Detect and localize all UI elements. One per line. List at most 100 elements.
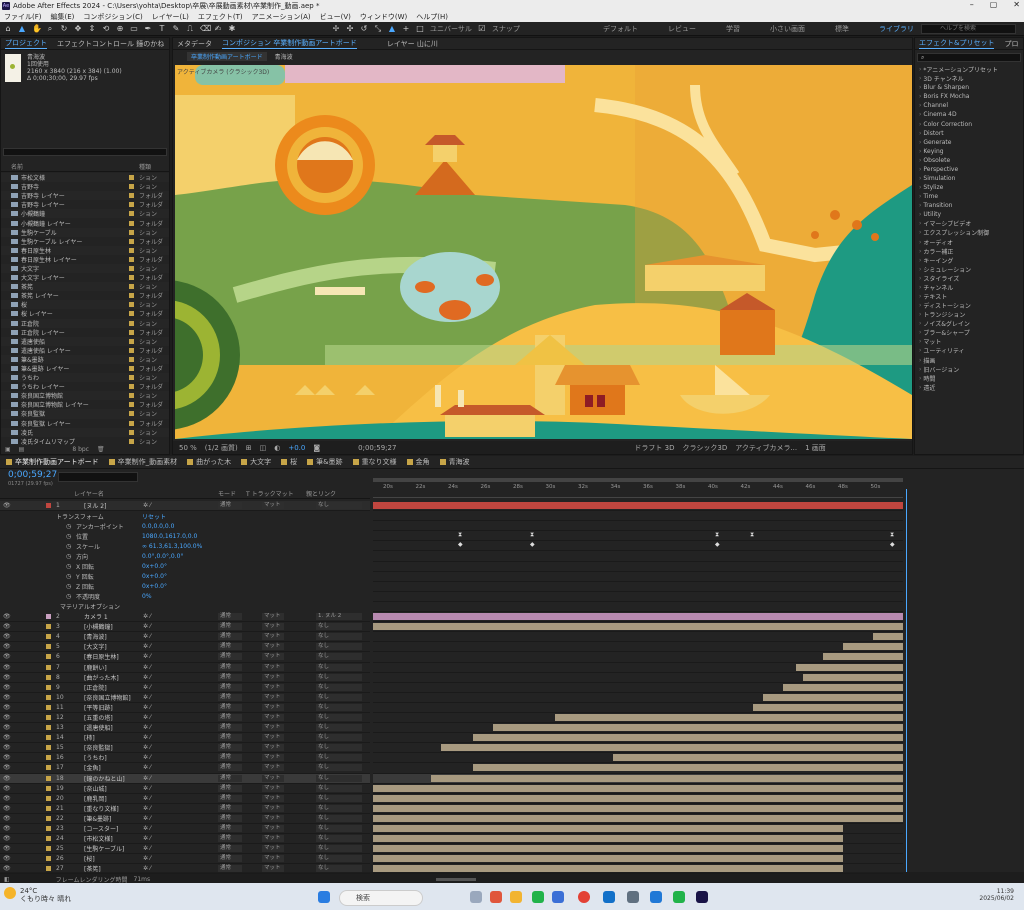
col-type[interactable]: 種類 <box>139 162 151 171</box>
track-matte-select[interactable]: マット <box>262 764 284 772</box>
parent-select[interactable]: なし <box>316 653 362 661</box>
list-item[interactable]: 小槻鶴鐘 ション <box>1 209 169 219</box>
layer-row[interactable]: 👁 8 [曲がった木] ✲ ⁄ 通常 マット なし <box>0 673 370 683</box>
track-matte-select[interactable]: マット <box>262 653 284 661</box>
label-color[interactable] <box>46 674 51 680</box>
layer-row[interactable]: 👁 4 [青海波] ✲ ⁄ 通常 マット なし <box>0 632 370 643</box>
label-color[interactable] <box>46 775 51 781</box>
layer-switch-icon[interactable]: ✲ ⁄ <box>143 694 151 701</box>
layer-duration-bar[interactable] <box>441 744 903 752</box>
layer-row[interactable]: 👁 6 [春日原生林] ✲ ⁄ 通常 マット なし <box>0 652 370 663</box>
eye-icon[interactable]: 👁 <box>3 502 11 509</box>
layer-duration-bar[interactable] <box>843 643 903 651</box>
quality-select[interactable]: (1/2 画質) <box>205 443 238 453</box>
property-value[interactable]: ∞ 61.3,61.3,100.0% <box>142 543 202 550</box>
label-color[interactable] <box>46 836 51 842</box>
new-comp-icon[interactable]: ▤ <box>19 446 25 453</box>
property-row[interactable]: ◷ スケール ∞ 61.3,61.3,100.0% <box>0 541 370 551</box>
parent-select[interactable]: なし <box>316 855 362 863</box>
parent-select[interactable]: なし <box>316 703 362 711</box>
list-item[interactable]: 大文字 レイヤー フォルダ <box>1 273 169 282</box>
label-color[interactable] <box>46 795 51 801</box>
list-item[interactable]: 市松文様 ション <box>1 173 169 183</box>
layer-name[interactable]: [小槻鶴鐘] <box>84 622 113 631</box>
mode-select[interactable]: 通常 <box>218 855 242 863</box>
tab-project[interactable]: プロジェクト <box>5 38 47 49</box>
square-icon[interactable]: □ <box>416 24 424 33</box>
label-color[interactable] <box>46 866 51 872</box>
workspace-review[interactable]: レビュー <box>668 24 696 34</box>
property-row[interactable]: ◷ Y 回転 0x+0.0° <box>0 572 370 582</box>
parent-select[interactable]: 1. ヌル 2 <box>316 613 362 621</box>
mode-select[interactable]: 通常 <box>218 724 242 732</box>
layer-duration-bar[interactable] <box>373 502 903 509</box>
layer-switch-icon[interactable]: ✲ ⁄ <box>143 734 151 741</box>
tab-comp[interactable]: 大文字 <box>241 457 271 467</box>
effect-category[interactable]: Simulation <box>915 174 1023 183</box>
selection-tool-icon[interactable]: ▲ <box>18 24 26 33</box>
label-color[interactable] <box>46 765 51 771</box>
mode-select[interactable]: 通常 <box>218 835 242 843</box>
move-tool-icon[interactable]: ✣ <box>346 24 354 33</box>
timeline-search-input[interactable] <box>58 472 138 482</box>
renderer-select[interactable]: クラシック3D <box>683 443 728 453</box>
line-icon[interactable] <box>532 891 544 903</box>
mode-select[interactable]: 通常 <box>218 814 242 822</box>
label-color[interactable] <box>46 826 51 832</box>
app2-icon[interactable] <box>650 891 662 903</box>
tab-comp[interactable]: 筆&墨跡 <box>307 457 343 467</box>
effect-category[interactable]: ディストーション <box>915 301 1023 310</box>
layer-row[interactable]: 👁 10 [奈良国立博物館] ✲ ⁄ 通常 マット なし <box>0 693 370 703</box>
label-color[interactable] <box>46 735 51 741</box>
list-item[interactable]: 正倉院 ション <box>1 318 169 328</box>
mode-select[interactable]: 通常 <box>218 764 242 772</box>
layer-switch-icon[interactable]: ✲ ⁄ <box>143 724 151 731</box>
eye-icon[interactable]: 👁 <box>3 845 11 852</box>
layer-duration-bar[interactable] <box>613 754 903 762</box>
menu-effect[interactable]: エフェクト(T) <box>198 12 243 22</box>
layer-duration-bar[interactable] <box>373 784 903 792</box>
keyframe-icon[interactable]: ⧗ <box>750 531 754 539</box>
effect-category[interactable]: チャンネル <box>915 283 1023 292</box>
viewer-timecode[interactable]: 0;00;59;27 <box>358 444 396 452</box>
list-item[interactable]: 吉野寺 レイヤー フォルダ <box>1 200 169 209</box>
layer-duration-bar[interactable] <box>473 734 903 742</box>
layer-name[interactable]: [金魚] <box>84 763 101 772</box>
parent-select[interactable]: なし <box>316 835 362 843</box>
settings-icon[interactable] <box>627 891 639 903</box>
layer-switch-icon[interactable]: ✲ ⁄ <box>143 674 151 681</box>
parent-select[interactable]: なし <box>316 804 362 812</box>
layer-name[interactable]: [五重の塔] <box>84 713 113 722</box>
track-matte-select[interactable]: マット <box>262 643 284 651</box>
effect-category[interactable]: Generate <box>915 138 1023 147</box>
layer-switch-icon[interactable]: ✲ ⁄ <box>143 795 151 802</box>
effect-category[interactable]: Keying <box>915 147 1023 156</box>
stopwatch-icon[interactable]: ◷ <box>66 563 71 570</box>
layer-switch-icon[interactable]: ✲ ⁄ <box>143 754 151 761</box>
layer-row[interactable]: 👁 24 [市松文様] ✲ ⁄ 通常 マット なし <box>0 834 370 845</box>
eye-icon[interactable]: 👁 <box>3 744 11 751</box>
label-color[interactable] <box>46 785 51 791</box>
parent-select[interactable]: なし <box>316 794 362 802</box>
effect-category[interactable]: トランジション <box>915 310 1023 319</box>
label-color[interactable] <box>46 856 51 862</box>
layer-switch-icon[interactable]: ✲ ⁄ <box>143 764 151 771</box>
eye-icon[interactable]: 👁 <box>3 664 11 671</box>
layer-switch-icon[interactable]: ✲ ⁄ <box>143 714 151 721</box>
layer-name[interactable]: [市松文様] <box>84 834 113 843</box>
layer-switch-icon[interactable]: ✲ ⁄ <box>143 704 151 711</box>
layer-row[interactable]: 👁 12 [五重の塔] ✲ ⁄ 通常 マット なし <box>0 713 370 724</box>
brush-tool-icon[interactable]: ✎ <box>172 24 180 33</box>
property-value[interactable]: 0x+0.0° <box>142 563 167 570</box>
keyframe-icon[interactable]: ◆ <box>458 541 463 548</box>
layer-row[interactable]: 👁 22 [筆&墨跡] ✲ ⁄ 通常 マット なし <box>0 814 370 824</box>
effect-category[interactable]: Channel <box>915 101 1023 110</box>
track-matte-select[interactable]: マット <box>262 623 284 631</box>
universal-label[interactable]: ユニバーサル <box>430 24 472 34</box>
effect-category[interactable]: Boris FX Mocha <box>915 92 1023 101</box>
color-icon[interactable]: ◐ <box>274 444 280 452</box>
layer-duration-bar[interactable] <box>373 845 843 853</box>
tab-effect-controls[interactable]: エフェクトコントロール 鐘のかね <box>57 39 164 49</box>
label-color[interactable] <box>46 614 51 620</box>
views-select[interactable]: 1 画面 <box>805 443 826 453</box>
